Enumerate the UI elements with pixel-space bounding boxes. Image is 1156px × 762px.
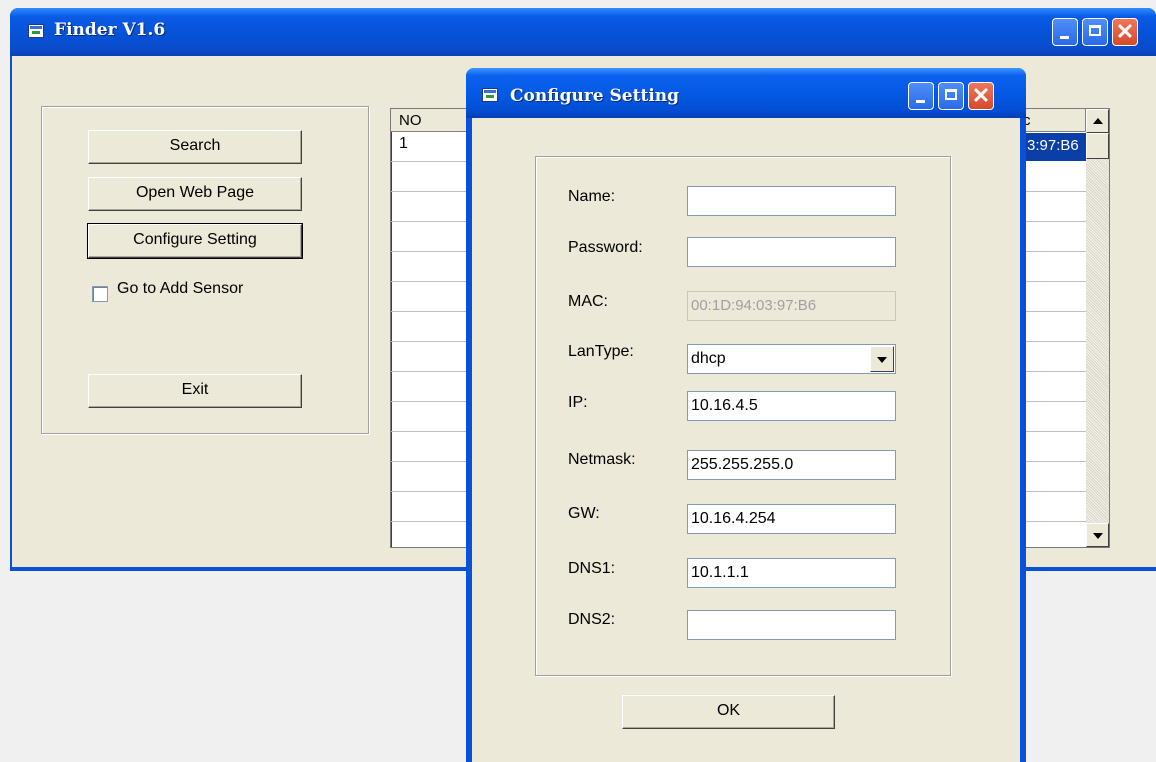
password-label: Password:: [568, 239, 643, 256]
lantype-dropdown-button[interactable]: [870, 346, 894, 372]
table-row[interactable]: [391, 342, 469, 372]
ip-field[interactable]: 10.16.4.5: [687, 391, 896, 421]
netmask-label: Netmask:: [568, 451, 636, 468]
configure-dialog: Configure Setting ✕ Name: Password: MAC:…: [466, 68, 1026, 762]
ip-label: IP:: [568, 394, 588, 411]
table-row[interactable]: [1025, 462, 1086, 492]
minimize-button[interactable]: [1052, 18, 1078, 46]
maximize-button[interactable]: [1082, 18, 1108, 46]
table-row[interactable]: [1025, 342, 1086, 372]
maximize-icon: [1089, 25, 1101, 36]
table-row[interactable]: [1025, 192, 1086, 222]
close-icon: ✕: [971, 83, 991, 108]
dropdown-arrow-icon: [877, 357, 887, 363]
table-row[interactable]: [391, 462, 469, 492]
close-button[interactable]: ✕: [1112, 18, 1138, 46]
main-titlebar[interactable]: Finder V1.6 ✕: [10, 8, 1156, 56]
table-row[interactable]: [391, 402, 469, 432]
scroll-thumb[interactable]: [1086, 133, 1109, 159]
close-icon: ✕: [1115, 19, 1135, 44]
table-row[interactable]: [1025, 252, 1086, 282]
table-row[interactable]: [1025, 162, 1086, 192]
scroll-up-button[interactable]: [1086, 109, 1109, 133]
dialog-maximize-button[interactable]: [938, 82, 964, 110]
lantype-select[interactable]: dhcp: [687, 344, 896, 374]
gw-label: GW:: [568, 505, 600, 522]
dns2-label: DNS2:: [568, 611, 616, 628]
dialog-close-button[interactable]: ✕: [968, 82, 994, 110]
table-row[interactable]: [391, 222, 469, 252]
table-row[interactable]: [391, 282, 469, 312]
ok-button[interactable]: OK: [622, 695, 835, 729]
grid-row-no[interactable]: 1: [391, 132, 469, 162]
grid-row-mac-cell[interactable]: 3:97:B6: [1025, 133, 1086, 161]
table-row[interactable]: [1025, 282, 1086, 312]
dialog-titlebar[interactable]: Configure Setting ✕: [466, 68, 1026, 118]
grid-vertical-scrollbar[interactable]: [1086, 109, 1109, 547]
dialog-client-area: Name: Password: MAC: 00:1D:94:03:97:B6 L…: [472, 118, 1020, 762]
name-label: Name:: [568, 188, 616, 205]
gw-field[interactable]: 10.16.4.254: [687, 504, 896, 534]
scroll-up-icon: [1093, 118, 1103, 124]
table-row[interactable]: [391, 192, 469, 222]
maximize-icon: [945, 89, 957, 100]
column-header-no[interactable]: NO: [391, 109, 469, 132]
name-field[interactable]: [687, 186, 896, 216]
main-window-title: Finder V1.6: [54, 20, 166, 40]
dialog-title: Configure Setting: [510, 86, 680, 106]
table-row[interactable]: [1025, 492, 1086, 522]
netmask-field[interactable]: 255.255.255.0: [687, 450, 896, 480]
lantype-label: LanType:: [568, 343, 634, 360]
lantype-selected-value: dhcp: [691, 350, 726, 367]
dialog-app-icon: [482, 88, 498, 102]
app-icon: [28, 24, 44, 38]
exit-button[interactable]: Exit: [88, 374, 302, 408]
mac-label: MAC:: [568, 293, 608, 310]
add-sensor-label: Go to Add Sensor: [117, 280, 244, 297]
table-row[interactable]: [391, 162, 469, 192]
open-web-page-button[interactable]: Open Web Page: [88, 177, 302, 211]
table-row[interactable]: [1025, 432, 1086, 462]
add-sensor-checkbox[interactable]: [92, 286, 108, 302]
password-field[interactable]: [687, 237, 896, 267]
scroll-down-icon: [1093, 533, 1103, 539]
table-row[interactable]: [391, 432, 469, 462]
mac-field: 00:1D:94:03:97:B6: [687, 291, 896, 321]
scroll-down-button[interactable]: [1086, 523, 1109, 547]
table-row[interactable]: [1025, 222, 1086, 252]
dns2-field[interactable]: [687, 610, 896, 640]
table-row[interactable]: [391, 492, 469, 522]
table-row[interactable]: [1025, 372, 1086, 402]
minimize-icon: [1060, 36, 1069, 39]
dialog-minimize-button[interactable]: [908, 82, 934, 110]
table-row[interactable]: [391, 312, 469, 342]
table-row[interactable]: [391, 372, 469, 402]
minimize-icon: [916, 100, 925, 103]
table-row[interactable]: [391, 252, 469, 282]
configure-setting-button[interactable]: Configure Setting: [87, 223, 303, 259]
dns1-label: DNS1:: [568, 560, 616, 577]
dns1-field[interactable]: 10.1.1.1: [687, 558, 896, 588]
table-row[interactable]: [1025, 402, 1086, 432]
table-row[interactable]: [1025, 312, 1086, 342]
search-button[interactable]: Search: [88, 130, 302, 164]
